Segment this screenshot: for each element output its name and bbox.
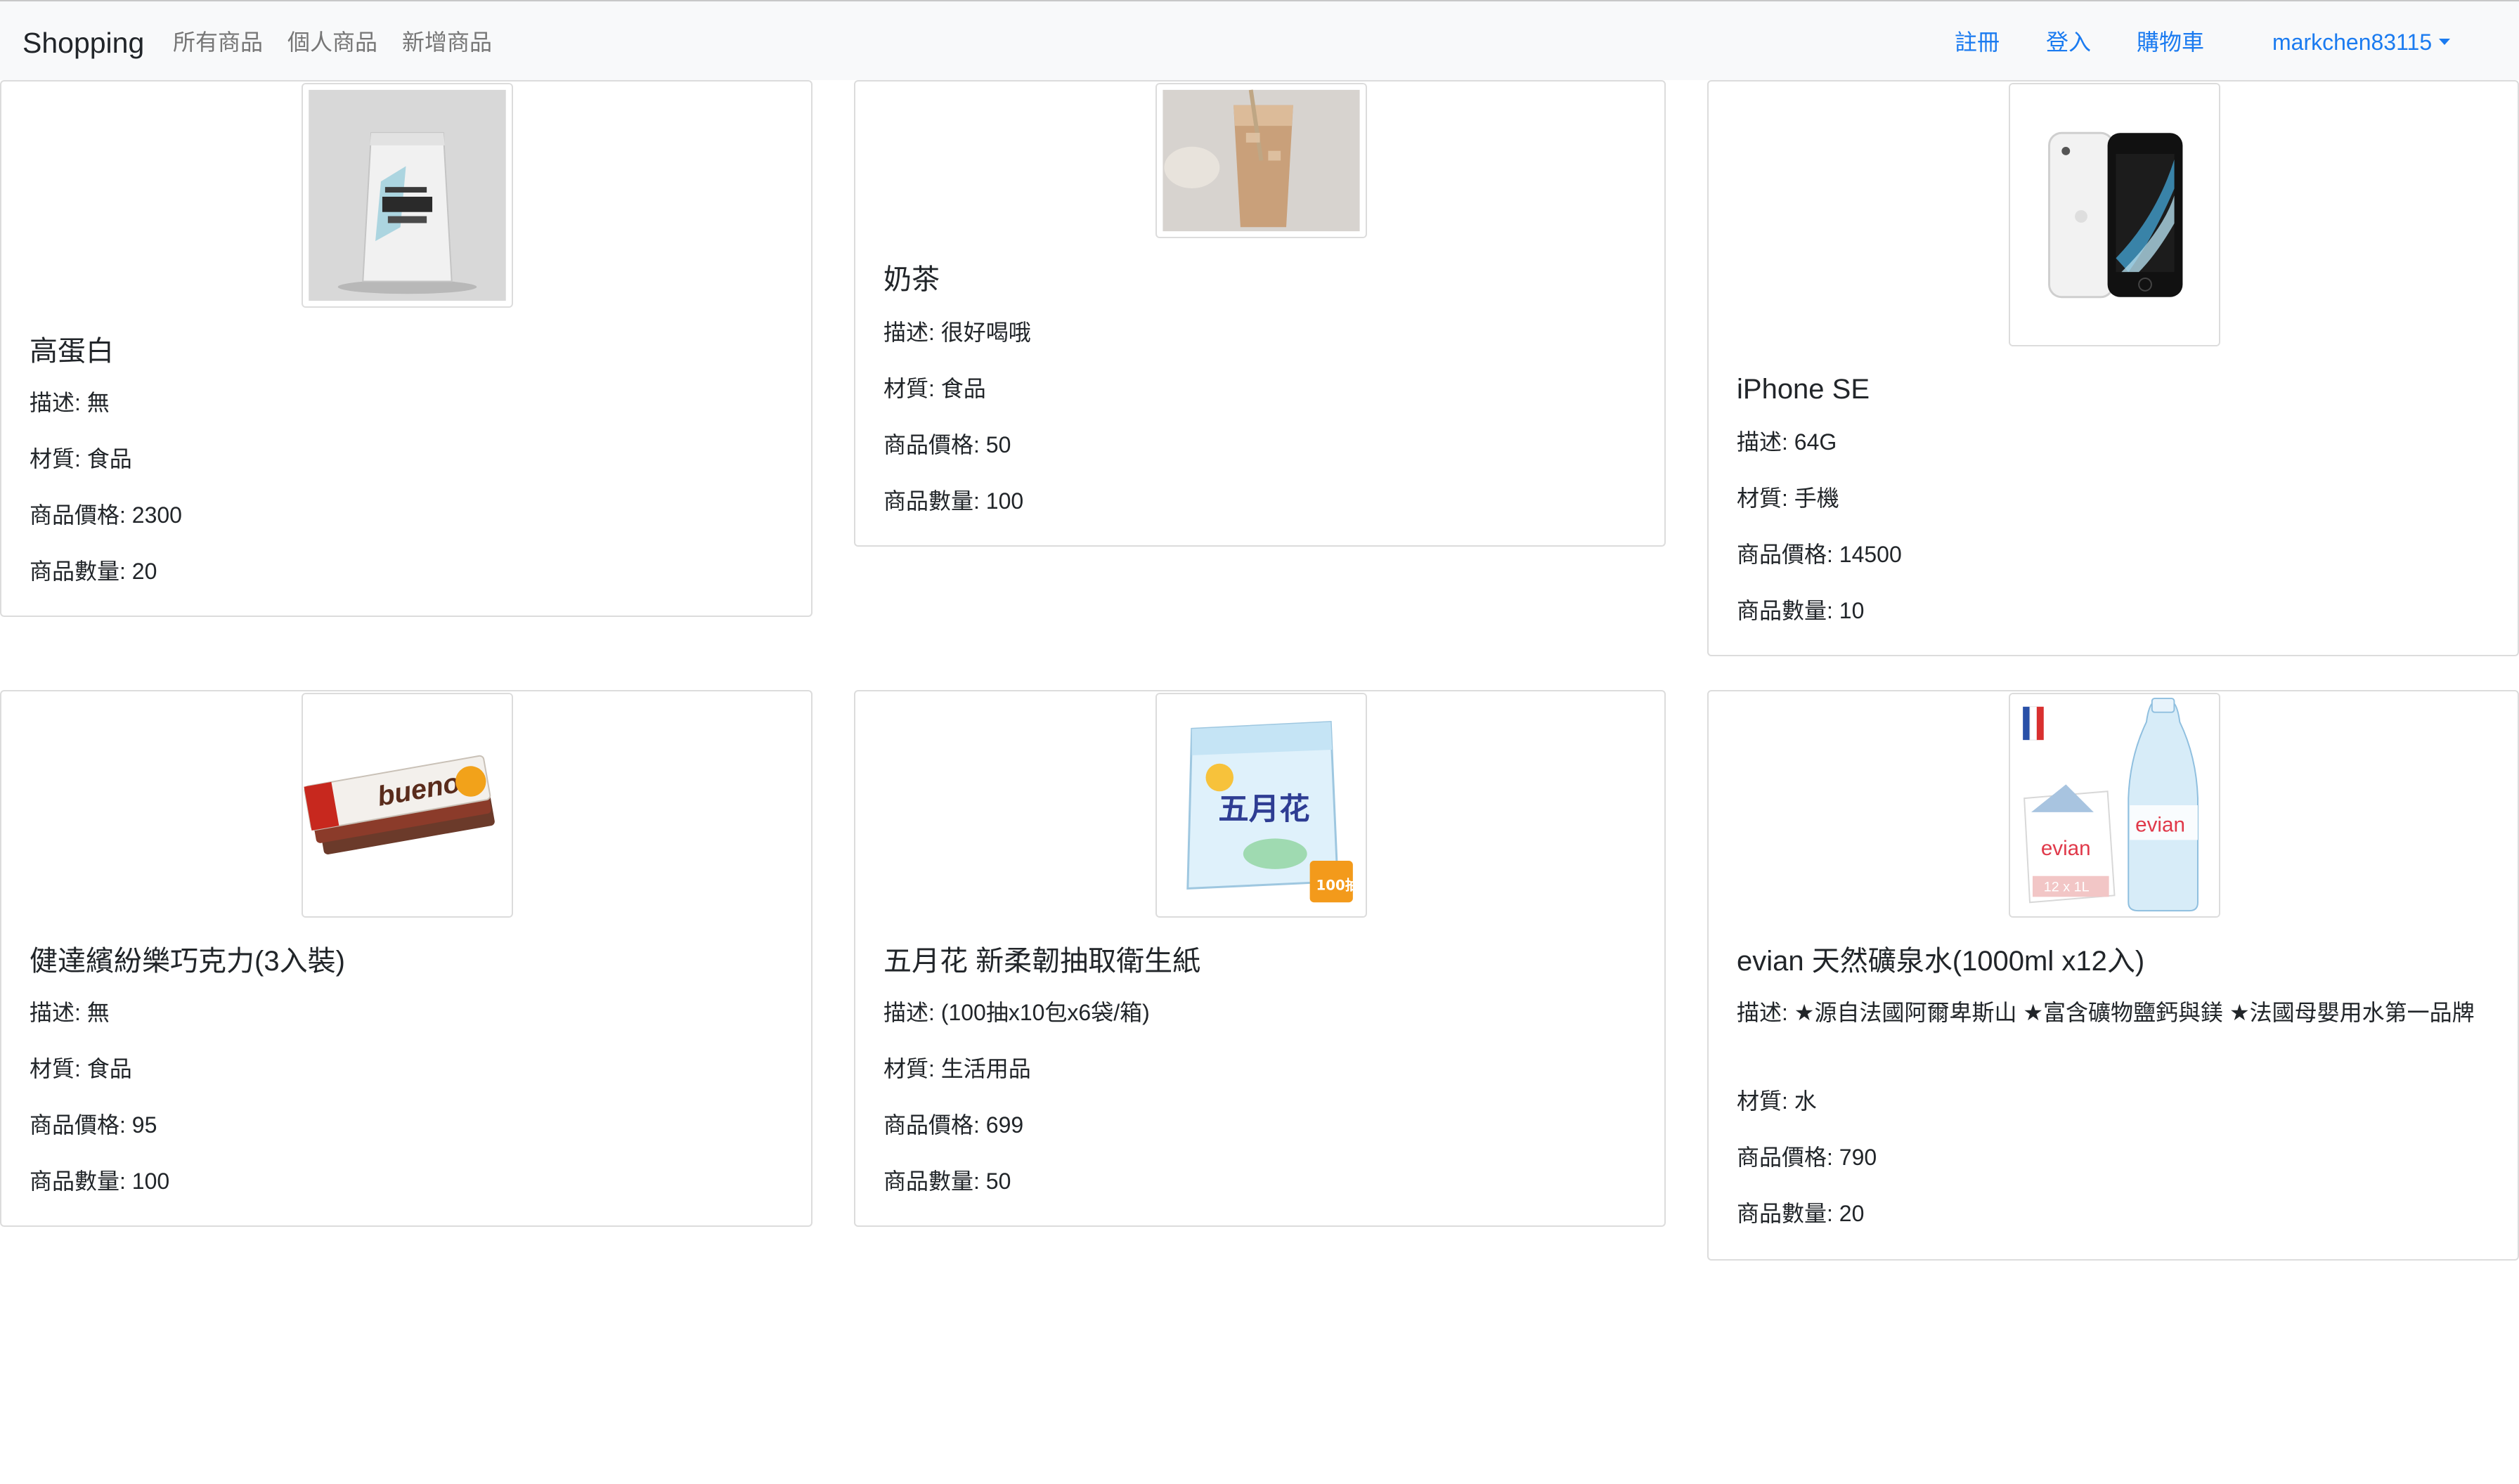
navbar: Shopping 所有商品 個人商品 新增商品 註冊 登入 購物車 markch…: [0, 0, 2519, 80]
product-material: 材質: 水: [1737, 1088, 1817, 1114]
product-price: 商品價格: 699: [883, 1112, 1024, 1138]
nav-register[interactable]: 註冊: [1955, 28, 2000, 56]
nav-all-products[interactable]: 所有商品: [173, 28, 263, 56]
product-description: 描述: 很好喝哦: [883, 320, 1031, 345]
product-material: 材質: 生活用品: [883, 1056, 1031, 1081]
product-image[interactable]: 五月花 100抽: [1155, 693, 1367, 918]
user-name: markchen83115: [2272, 30, 2433, 55]
product-quantity: 商品數量: 20: [1737, 1201, 1865, 1226]
evian-box-logo-text: evian: [2041, 837, 2091, 860]
product-quantity: 商品數量: 100: [883, 488, 1024, 514]
product-quantity: 商品數量: 20: [30, 559, 157, 584]
product-price: 商品價格: 50: [883, 432, 1011, 457]
product-card: bueno 健達繽紛樂巧克力(3入裝) 描述: 無 材質: 食品 商品價格: 9…: [0, 690, 812, 1227]
product-card: 高蛋白 描述: 無 材質: 食品 商品價格: 2300 商品數量: 20: [0, 80, 812, 617]
nav-login[interactable]: 登入: [2046, 28, 2091, 56]
product-description: 描述: ★源自法國阿爾卑斯山 ★富含礦物鹽鈣與鎂 ★法國母嬰用水第一品牌: [1737, 1000, 2475, 1025]
tissue-count-badge-text: 100抽: [1316, 877, 1359, 893]
product-title: 奶茶: [883, 264, 940, 295]
product-price: 商品價格: 95: [30, 1112, 157, 1138]
product-description: 描述: 無: [30, 390, 110, 415]
product-image[interactable]: [2009, 83, 2220, 346]
product-material: 材質: 食品: [30, 446, 132, 471]
product-price: 商品價格: 14500: [1737, 542, 1902, 567]
product-price: 商品價格: 2300: [30, 502, 182, 528]
product-description: 描述: 無: [30, 1000, 110, 1025]
product-title: iPhone SE: [1737, 374, 1870, 405]
evian-bottle-logo-text: evian: [2135, 814, 2185, 837]
user-dropdown[interactable]: markchen83115: [2272, 28, 2451, 56]
product-card: 五月花 100抽 五月花 新柔韌抽取衛生紙 描述: (100抽x10包x6袋/箱…: [854, 690, 1666, 1227]
product-title: evian 天然礦泉水(1000ml x12入): [1737, 946, 2145, 977]
product-description: 描述: 64G: [1737, 429, 1837, 455]
product-image[interactable]: evian 12 x 1L evian: [2009, 693, 2220, 918]
product-material: 材質: 手機: [1737, 486, 1839, 511]
product-quantity: 商品數量: 10: [1737, 598, 1865, 623]
nav-my-products[interactable]: 個人商品: [287, 28, 377, 56]
product-description: 描述: (100抽x10包x6袋/箱): [883, 1000, 1150, 1025]
product-quantity: 商品數量: 50: [883, 1169, 1011, 1194]
product-title: 高蛋白: [30, 336, 114, 367]
mayflower-logo-text: 五月花: [1218, 792, 1309, 827]
iphone-se-image: [2010, 84, 2219, 345]
evian-box-label-text: 12 x 1L: [2044, 879, 2090, 894]
evian-water-image: evian 12 x 1L evian: [2010, 694, 2219, 916]
page: Shopping 所有商品 個人商品 新增商品 註冊 登入 購物車 markch…: [0, 0, 2519, 1484]
product-image[interactable]: [1155, 83, 1367, 238]
product-quantity: 商品數量: 100: [30, 1169, 170, 1194]
product-title: 五月花 新柔韌抽取衛生紙: [883, 946, 1201, 977]
whey-protein-bag-image: [303, 84, 512, 306]
product-material: 材質: 食品: [883, 376, 986, 401]
product-material: 材質: 食品: [30, 1056, 132, 1081]
caret-down-icon: [2439, 39, 2451, 46]
product-price: 商品價格: 790: [1737, 1145, 1877, 1170]
kinder-bueno-image: bueno: [303, 694, 512, 916]
mayflower-tissue-image: 五月花 100抽: [1157, 694, 1366, 916]
nav-add-product[interactable]: 新增商品: [402, 28, 492, 56]
milk-tea-image: [1157, 84, 1366, 237]
product-image[interactable]: bueno: [302, 693, 513, 918]
product-card: iPhone SE 描述: 64G 材質: 手機 商品價格: 14500 商品數…: [1707, 80, 2519, 656]
brand-link[interactable]: Shopping: [22, 27, 144, 59]
nav-cart[interactable]: 購物車: [2137, 28, 2204, 56]
product-card: 奶茶 描述: 很好喝哦 材質: 食品 商品價格: 50 商品數量: 100: [854, 80, 1666, 547]
product-card: evian 12 x 1L evian evian 天然礦泉水(1000ml x…: [1707, 690, 2519, 1261]
product-title: 健達繽紛樂巧克力(3入裝): [30, 946, 345, 977]
product-image[interactable]: [302, 83, 513, 308]
